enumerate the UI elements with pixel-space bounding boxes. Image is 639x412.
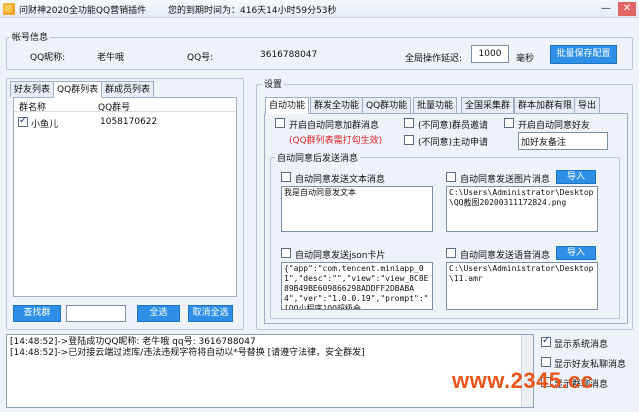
find-group-button[interactable]: 查找群 [13,305,61,322]
tab-member-list[interactable]: 群成员列表 [101,81,155,97]
voice-path-input[interactable]: C:\Users\Administrator\Desktop\11.amr [446,262,598,310]
auto-agree-group-checkbox[interactable] [275,118,285,128]
table-row[interactable]: 小鱼儿 1058170622 [14,115,236,130]
friend-note-input[interactable]: 加好友备注 [518,132,608,150]
deselect-all-button[interactable]: 取消全选 [188,305,233,322]
qq-label: QQ号: [187,53,214,63]
log-line: [14:48:52]->登陆成功QQ昵称: 老牛哦 qq号: 361678804… [10,337,256,347]
nickname-label: QQ昵称: [30,53,66,63]
log-line: [14:48:52]->已对接云端过滤库/违法违规字符将自动以*号替换 [请遵守… [10,348,365,358]
tab-qq-group[interactable]: QQ群功能 [362,97,412,113]
import-voice-button[interactable]: 导入 [556,246,596,260]
group-table: 群名称 QQ群号 小鱼儿 1058170622 [13,97,237,297]
close-button[interactable]: ✕ [618,2,636,16]
send-voice-label: 自动同意发送语音消息 [460,251,551,261]
send-text-label: 自动同意发送文本消息 [295,175,386,185]
member-invite-checkbox[interactable] [404,118,414,128]
tab-national-collect[interactable]: 全国采集群 [461,97,515,113]
tab-export[interactable]: 导出 [574,97,601,113]
delay-input[interactable]: 1000 [471,45,509,63]
row-checkbox[interactable] [18,115,28,127]
tab-mass-send[interactable]: 群发全功能 [310,97,364,113]
column-group-name[interactable]: 群名称 [19,100,46,113]
show-private-checkbox[interactable] [541,357,551,367]
select-all-button[interactable]: 全选 [137,305,180,322]
json-card-input[interactable]: {"app":"com.tencent.miniapp_01","desc":"… [281,262,433,310]
send-json-label: 自动同意发送json卡片 [295,251,386,261]
send-json-checkbox[interactable] [281,248,291,258]
column-group-number[interactable]: QQ群号 [98,100,130,113]
account-group-title: 帐号信息 [10,30,51,43]
tab-group-list[interactable]: QQ群列表 [53,81,103,98]
show-system-label: 显示系统消息 [554,340,609,350]
tab-add-group-limit[interactable]: 群本加群有限 [514,97,577,113]
tab-batch[interactable]: 批量功能 [413,97,458,113]
row-group-number: 1058170622 [100,117,158,127]
tab-friend-list[interactable]: 好友列表 [10,81,55,97]
settings-tabs: 自动功能 群发全功能 QQ群功能 批量功能 全国采集群 群本加群有限 导出 [265,97,627,114]
import-image-button[interactable]: 导入 [556,170,596,184]
nickname-value: 老牛哦 [97,53,125,63]
show-system-checkbox[interactable] [541,335,551,347]
active-apply-checkbox[interactable] [404,135,414,145]
send-image-checkbox[interactable] [446,172,456,182]
minimize-button[interactable]: — [597,2,615,16]
member-invite-label: (不同意)群员邀请 [418,121,489,131]
auto-agree-friend-label: 开启自动同意好友 [518,121,591,131]
auto-agree-friend-checkbox[interactable] [504,118,514,128]
table-header: 群名称 QQ群号 [14,98,236,113]
group-list-hint: (QQ群列表需打勾生效) [289,136,383,146]
send-text-input[interactable]: 我是自动同意发文本 [281,186,433,232]
save-config-button[interactable]: 批量保存配置 [550,45,617,64]
delay-unit: 毫秒 [516,54,535,64]
qq-value: 3616788047 [260,50,318,60]
title-bar: 问财神2020全功能QQ营销插件 您的到期时间为：416天14小时59分53秒 … [0,0,639,18]
expiry-status: 您的到期时间为：416天14小时59分53秒 [168,6,337,16]
send-text-checkbox[interactable] [281,172,291,182]
app-logo-icon [3,3,15,15]
delay-label: 全局操作延迟: [405,54,463,64]
row-group-name: 小鱼儿 [31,120,59,130]
after-agree-title: 自动同意后发送消息 [275,151,361,164]
settings-title: 设置 [262,77,285,90]
left-tabs: 好友列表 QQ群列表 群成员列表 [10,81,242,98]
image-path-input[interactable]: C:\Users\Administrator\Desktop\QQ截图20200… [446,186,598,232]
tab-auto-functions[interactable]: 自动功能 [265,97,310,114]
send-voice-checkbox[interactable] [446,248,456,258]
active-apply-label: (不同意)主动申请 [418,138,489,148]
site-watermark: www.2345.cc [452,368,594,393]
group-search-input[interactable] [66,305,126,322]
auto-agree-group-label: 开启自动同意加群消息 [289,121,380,131]
window-title: 问财神2020全功能QQ营销插件 [19,6,147,16]
send-image-label: 自动同意发送图片消息 [460,175,551,185]
